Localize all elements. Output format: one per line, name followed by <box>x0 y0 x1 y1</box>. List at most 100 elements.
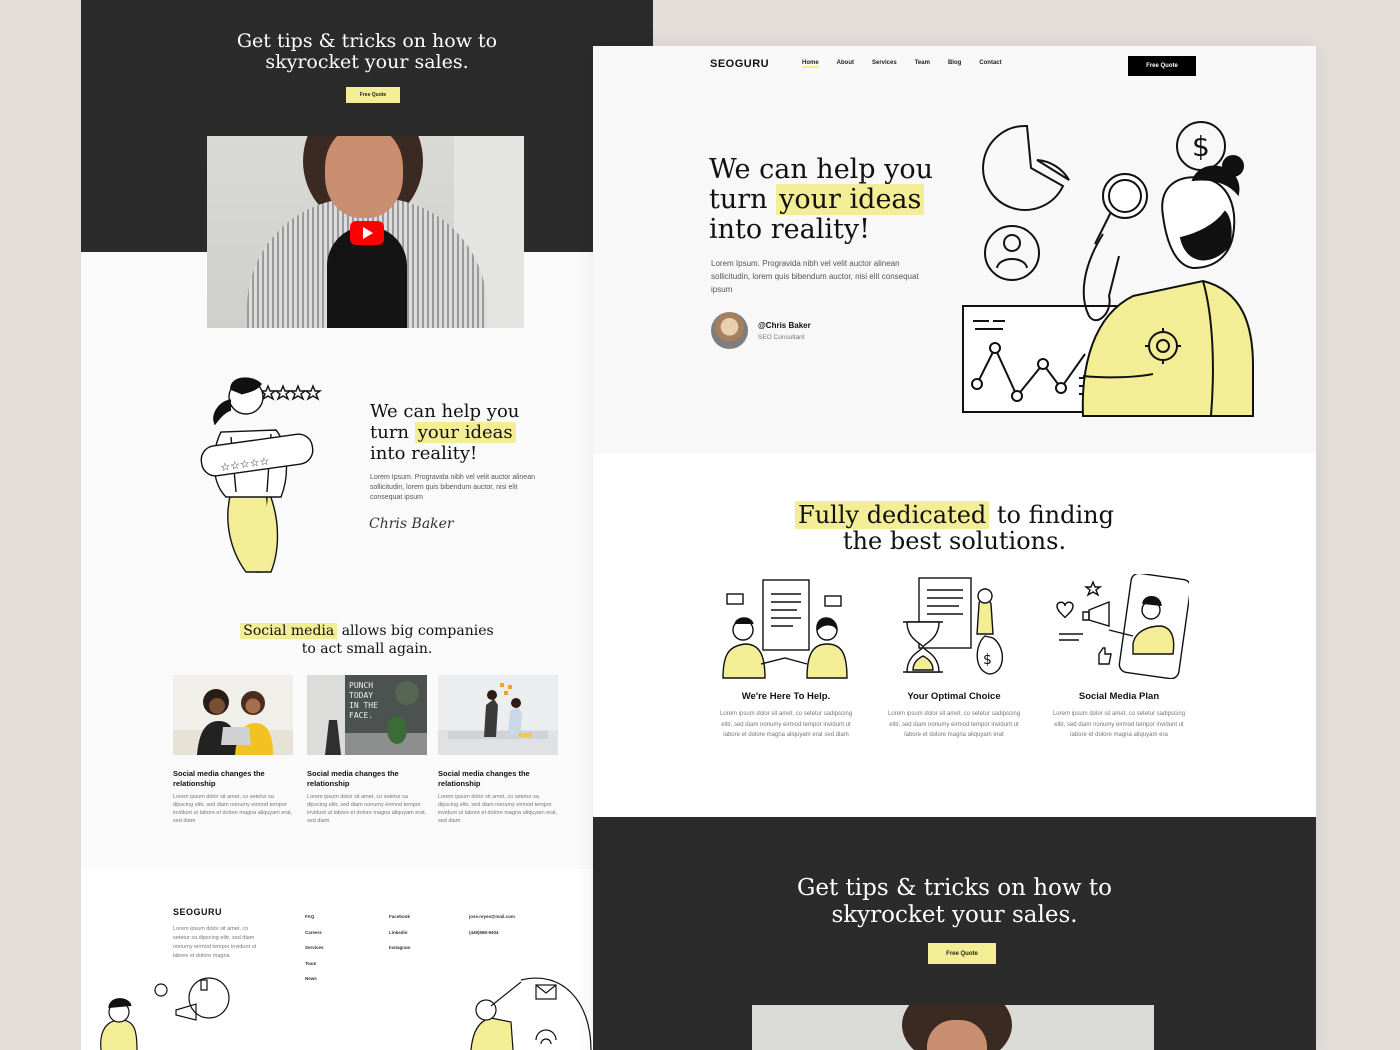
header-free-quote-button[interactable]: Free Quote <box>1128 56 1196 76</box>
help-heading-line1: We can help you <box>370 401 520 422</box>
feature-title[interactable]: Your Optimal Choice <box>879 691 1029 702</box>
svg-text:TODAY: TODAY <box>349 691 373 700</box>
svg-text:IN THE: IN THE <box>349 701 378 710</box>
card-title[interactable]: Social media changes the relationship <box>438 769 558 789</box>
author-avatar <box>711 312 748 349</box>
blog-card[interactable]: Social media changes the relationship Lo… <box>173 675 293 825</box>
blog-card[interactable]: PUNCH TODAY IN THE FACE. Social media ch… <box>307 675 427 825</box>
right-page-mockup: SEOGURU Home About Services Team Blog Co… <box>593 46 1316 1050</box>
svg-text:$: $ <box>983 652 992 668</box>
women-laptop-photo <box>173 675 293 755</box>
blog-card[interactable]: Social media changes the relationship Lo… <box>438 675 558 825</box>
footer-link-facebook[interactable]: Facebook <box>389 909 411 925</box>
help-body-text: Lorem Ipsum. Progravida nibh vel velit a… <box>370 474 535 501</box>
video-thumbnail-bottom[interactable] <box>752 1005 1154 1050</box>
help-heading-word: turn <box>370 422 410 443</box>
nav-team[interactable]: Team <box>915 60 930 68</box>
social-heading-highlight: Social media <box>240 623 338 639</box>
footer-link-linkedin[interactable]: Linkedin <box>389 925 411 941</box>
hero-heading-line1: We can help you <box>709 154 934 185</box>
hero-heading-line2: turn your ideas <box>709 184 959 215</box>
footer-illustration <box>100 977 592 1050</box>
card-body: Lorem ipsum dolor sit amet, co setetur s… <box>173 794 293 824</box>
feature-card[interactable]: Social Media Plan Lorem ipsum dolor sit … <box>1044 574 1194 741</box>
nav-blog[interactable]: Blog <box>948 60 961 68</box>
tips-heading-bottom-line2: skyrocket your sales. <box>831 902 1078 928</box>
card-title[interactable]: Social media changes the relationship <box>173 769 293 789</box>
nav-about[interactable]: About <box>837 60 854 68</box>
site-logo[interactable]: SEOGURU <box>710 58 769 70</box>
left-page-mockup: Get tips & tricks on how to skyrocket yo… <box>81 0 653 1050</box>
dedicated-heading-highlight: Fully dedicated <box>795 501 990 529</box>
footer-link-careers[interactable]: Careers <box>305 925 324 941</box>
footer-link-services[interactable]: Services <box>305 940 324 956</box>
dedicated-heading-line2: the best solutions. <box>842 527 1067 555</box>
footer-link-team[interactable]: Team <box>305 956 324 972</box>
social-heading-rest: allows big companies <box>341 623 494 639</box>
social-heading-line1: Social media allows big companies <box>81 622 653 640</box>
tips-heading-bottom: Get tips & tricks on how to skyrocket yo… <box>593 875 1316 929</box>
svg-text:$: $ <box>1192 130 1210 163</box>
footer-link-instagram[interactable]: Instagram <box>389 940 411 956</box>
wall-sign-text: PUNCH <box>349 681 373 690</box>
youtube-play-icon[interactable] <box>350 221 384 245</box>
help-heading-highlight: your ideas <box>414 422 516 443</box>
tips-heading-bottom-line1: Get tips & tricks on how to <box>796 875 1112 901</box>
hourglass-money-illustration: $ <box>903 577 1003 675</box>
meeting-room-photo <box>438 675 558 755</box>
main-nav: Home About Services Team Blog Contact <box>802 60 1020 68</box>
feature-body: Lorem ipsum dolor sit amet, co setetur s… <box>719 711 853 738</box>
feature-card[interactable]: We're Here To Help. Lorem ipsum dolor si… <box>711 574 861 741</box>
video-person-face <box>325 136 403 218</box>
social-heading-line2: to act small again. <box>301 641 433 657</box>
card-body: Lorem ipsum dolor sit amet, co setetur s… <box>307 794 427 824</box>
help-heading-line2: turn your ideas <box>370 422 590 443</box>
feature-card[interactable]: $ Your Optimal Choice Lorem ipsum dolor … <box>879 574 1029 741</box>
hero-heading-line3: into reality! <box>709 214 870 245</box>
author-role: SEO Consultant <box>758 333 805 341</box>
tips-heading: Get tips & tricks on how to skyrocket yo… <box>81 31 653 73</box>
author-block: @Chris Baker SEO Consultant <box>711 312 811 349</box>
footer-contact: jose.reyes@mail.com (449)586-9404 <box>469 909 515 940</box>
tips-heading-line1: Get tips & tricks on how to <box>236 30 498 52</box>
card-title[interactable]: Social media changes the relationship <box>307 769 427 789</box>
tips-free-quote-button[interactable]: Free Quote <box>928 943 996 964</box>
help-heading: We can help you turn your ideas into rea… <box>370 401 590 464</box>
footer-phone[interactable]: (449)586-9404 <box>469 925 515 941</box>
nav-services[interactable]: Services <box>872 60 897 68</box>
footer: SEOGURU Lorem ipsum dolor sit amet, co s… <box>81 869 653 1050</box>
hero-heading-word: turn <box>709 184 768 215</box>
svg-text:FACE.: FACE. <box>349 711 373 720</box>
seo-man-illustration: $ <box>962 121 1254 417</box>
hero-heading: We can help you turn your ideas into rea… <box>709 155 959 245</box>
feature-body: Lorem ipsum dolor sit amet, co setetur s… <box>887 711 1021 738</box>
dedicated-heading: Fully dedicated to finding the best solu… <box>593 501 1316 555</box>
girl-rating-illustration: ☆☆☆☆☆ <box>200 377 323 573</box>
footer-logo[interactable]: SEOGURU <box>173 907 222 917</box>
dedicated-heading-line1: Fully dedicated to finding <box>593 501 1316 529</box>
hero-section: SEOGURU Home About Services Team Blog Co… <box>593 46 1316 454</box>
hero-heading-highlight: your ideas <box>776 184 925 215</box>
social-heading: Social media allows big companies to act… <box>81 622 653 658</box>
footer-link-faq[interactable]: FAQ <box>305 909 324 925</box>
help-heading-line3: into reality! <box>370 443 478 464</box>
handshake-illustration <box>722 579 848 679</box>
hero-body-text: Lorem Ipsum. Progravida nibh vel velit a… <box>711 259 919 294</box>
video-thumbnail[interactable] <box>207 136 524 328</box>
nav-contact[interactable]: Contact <box>979 60 1001 68</box>
feature-body: Lorem ipsum dolor sit amet, co setetur s… <box>1052 711 1186 738</box>
dedicated-heading-rest: to finding <box>996 501 1114 529</box>
tips-heading-line2: skyrocket your sales. <box>265 51 469 73</box>
author-name[interactable]: @Chris Baker <box>758 321 811 330</box>
footer-links-social: Facebook Linkedin Instagram <box>389 909 411 956</box>
feature-title[interactable]: We're Here To Help. <box>711 691 861 702</box>
footer-email[interactable]: jose.reyes@mail.com <box>469 909 515 925</box>
signature: Chris Baker <box>369 516 454 532</box>
feature-title[interactable]: Social Media Plan <box>1044 691 1194 702</box>
social-media-illustration <box>1056 574 1189 679</box>
card-body: Lorem ipsum dolor sit amet, co setetur s… <box>438 794 558 824</box>
nav-home[interactable]: Home <box>802 60 819 68</box>
footer-text: Lorem ipsum dolor sit amet, co setetur s… <box>173 926 257 959</box>
free-quote-button[interactable]: Free Quote <box>346 87 400 103</box>
tips-banner-bottom: Get tips & tricks on how to skyrocket yo… <box>593 817 1316 1050</box>
